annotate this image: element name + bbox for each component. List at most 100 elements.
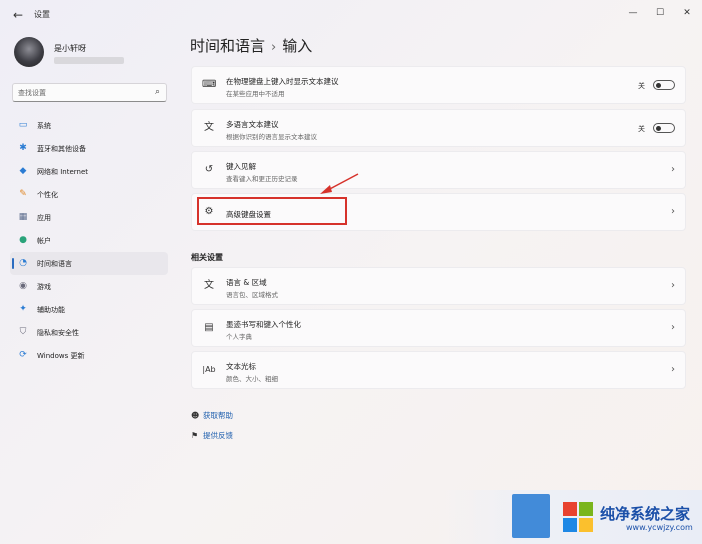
- text-suggestions-toggle[interactable]: [653, 80, 675, 90]
- chevron-right-icon: ›: [671, 164, 675, 175]
- watermark: 纯净系统之家 www.ycwjzy.com: [436, 490, 702, 544]
- breadcrumb: 时间和语言 › 输入: [190, 35, 312, 56]
- card-inking-typing-personalization[interactable]: ▤ 墨迹书写和键入个性化 个人字典 ›: [191, 309, 686, 347]
- breadcrumb-parent[interactable]: 时间和语言: [190, 37, 265, 55]
- breadcrumb-separator: ›: [271, 40, 277, 55]
- update-icon: ⟳: [19, 350, 27, 360]
- settings-window: ← 设置 — ☐ ✕ 是小轩呀 ⌕ ▭ 系统 ✱ 蓝牙和其他设备 ◆ 网络和 I…: [0, 0, 702, 544]
- sidebar-item-apps[interactable]: ▦ 应用: [10, 206, 168, 229]
- card-subtitle: 查看键入和更正历史记录: [226, 175, 298, 183]
- get-help-link[interactable]: ☻ 获取帮助: [191, 410, 233, 421]
- text-cursor-icon: |Ab: [202, 365, 216, 374]
- back-arrow-icon[interactable]: ←: [10, 7, 26, 23]
- chevron-right-icon: ›: [671, 280, 675, 291]
- minimize-button[interactable]: —: [621, 4, 645, 22]
- watermark-url: www.ycwjzy.com: [626, 523, 693, 532]
- sidebar-item-accessibility[interactable]: ✦ 辅助功能: [10, 298, 168, 321]
- section-heading-related: 相关设置: [191, 253, 223, 262]
- card-language-region[interactable]: 文 语言 & 区域 语言包、区域格式 ›: [191, 267, 686, 305]
- sidebar-item-label: 帐户: [37, 237, 51, 245]
- give-feedback-label: 提供反馈: [203, 431, 233, 440]
- toggle-knob: [656, 82, 661, 88]
- card-title: 键入见解: [226, 162, 256, 171]
- card-title: 语言 & 区域: [226, 278, 267, 287]
- windows-logo-icon: [563, 502, 593, 532]
- card-text-suggestions-physical-keyboard[interactable]: ⌨ 在物理键盘上键入时显示文本建议 在某些应用中不适用 关: [191, 66, 686, 104]
- sidebar-item-privacy[interactable]: ⛉ 隐私和安全性: [10, 321, 168, 344]
- chevron-right-icon: ›: [671, 364, 675, 375]
- feedback-icon: ⚑: [191, 431, 199, 440]
- page-title: 输入: [282, 37, 313, 55]
- sidebar-item-label: 系统: [37, 122, 51, 130]
- card-title: 在物理键盘上键入时显示文本建议: [226, 77, 339, 86]
- apps-icon: ▦: [18, 212, 28, 222]
- help-chat-icon: ☻: [191, 411, 200, 420]
- chevron-right-icon: ›: [671, 206, 675, 217]
- sidebar-item-label: Windows 更新: [37, 352, 85, 360]
- card-title: 文本光标: [226, 362, 256, 371]
- card-title: 多语言文本建议: [226, 120, 279, 129]
- toggle-state-label: 关: [638, 82, 645, 90]
- title-bar: ← 设置 — ☐ ✕: [0, 0, 702, 30]
- maximize-button[interactable]: ☐: [648, 4, 672, 22]
- give-feedback-link[interactable]: ⚑ 提供反馈: [191, 430, 233, 441]
- sidebar-item-accounts[interactable]: ● 帐户: [10, 229, 168, 252]
- account-icon: ●: [19, 235, 27, 245]
- card-subtitle: 根据你识别的语言显示文本建议: [226, 133, 317, 141]
- card-subtitle: 个人字典: [226, 333, 252, 341]
- user-email-redacted: [54, 57, 124, 64]
- gamepad-icon: ◉: [19, 281, 27, 291]
- shield-icon: ⛉: [19, 327, 27, 337]
- sidebar-item-label: 蓝牙和其他设备: [37, 145, 86, 153]
- sidebar-item-system[interactable]: ▭ 系统: [10, 114, 168, 137]
- sidebar-item-label: 个性化: [37, 191, 58, 199]
- card-typing-insights[interactable]: ↺ 键入见解 查看键入和更正历史记录 ›: [191, 151, 686, 189]
- search-input[interactable]: [18, 87, 143, 98]
- language-icon: 文: [204, 280, 214, 291]
- brush-icon: ✎: [19, 189, 27, 199]
- language-icon: 文: [204, 122, 214, 133]
- sidebar-item-personalization[interactable]: ✎ 个性化: [10, 183, 168, 206]
- card-subtitle: 在某些应用中不适用: [226, 90, 285, 98]
- card-text-cursor[interactable]: |Ab 文本光标 颜色、大小、粗细 ›: [191, 351, 686, 389]
- search-icon[interactable]: ⌕: [155, 87, 160, 98]
- notebook-icon: ▤: [204, 322, 214, 333]
- sidebar-item-label: 辅助功能: [37, 306, 65, 314]
- search-box[interactable]: ⌕: [12, 83, 167, 102]
- sidebar-item-time-language[interactable]: ◔ 时间和语言: [10, 252, 168, 275]
- history-icon: ↺: [204, 164, 214, 175]
- monitor-icon: ▭: [18, 120, 28, 130]
- chevron-right-icon: ›: [671, 322, 675, 333]
- card-title: 墨迹书写和键入个性化: [226, 320, 301, 329]
- card-multilingual-suggestions[interactable]: 文 多语言文本建议 根据你识别的语言显示文本建议 关: [191, 109, 686, 147]
- sidebar-item-label: 游戏: [37, 283, 51, 291]
- accessibility-icon: ✦: [19, 304, 27, 314]
- watermark-window-graphic: [512, 494, 550, 538]
- sidebar-item-label: 网络和 Internet: [37, 168, 89, 176]
- watermark-text: 纯净系统之家: [600, 505, 691, 523]
- sidebar-item-network[interactable]: ◆ 网络和 Internet: [10, 160, 168, 183]
- sidebar-item-label: 隐私和安全性: [37, 329, 79, 337]
- annotation-highlight-box: [197, 197, 347, 225]
- bluetooth-icon: ✱: [19, 143, 27, 153]
- keyboard-icon: ⌨: [202, 79, 217, 90]
- close-button[interactable]: ✕: [675, 4, 699, 22]
- multilingual-toggle[interactable]: [653, 123, 675, 133]
- card-subtitle: 颜色、大小、粗细: [226, 375, 278, 383]
- avatar[interactable]: [14, 37, 44, 67]
- get-help-label: 获取帮助: [203, 411, 233, 420]
- user-name: 是小轩呀: [54, 44, 86, 53]
- wifi-icon: ◆: [19, 166, 27, 176]
- card-subtitle: 语言包、区域格式: [226, 291, 278, 299]
- annotation-arrow: [320, 173, 359, 194]
- sidebar-item-label: 时间和语言: [37, 260, 72, 268]
- sidebar-item-gaming[interactable]: ◉ 游戏: [10, 275, 168, 298]
- app-title: 设置: [34, 10, 50, 19]
- sidebar-item-bluetooth[interactable]: ✱ 蓝牙和其他设备: [10, 137, 168, 160]
- toggle-state-label: 关: [638, 125, 645, 133]
- globe-clock-icon: ◔: [19, 258, 27, 268]
- sidebar-item-label: 应用: [37, 214, 51, 222]
- sidebar-nav: ▭ 系统 ✱ 蓝牙和其他设备 ◆ 网络和 Internet ✎ 个性化 ▦ 应用…: [10, 114, 168, 367]
- toggle-knob: [656, 125, 661, 131]
- sidebar-item-windows-update[interactable]: ⟳ Windows 更新: [10, 344, 168, 367]
